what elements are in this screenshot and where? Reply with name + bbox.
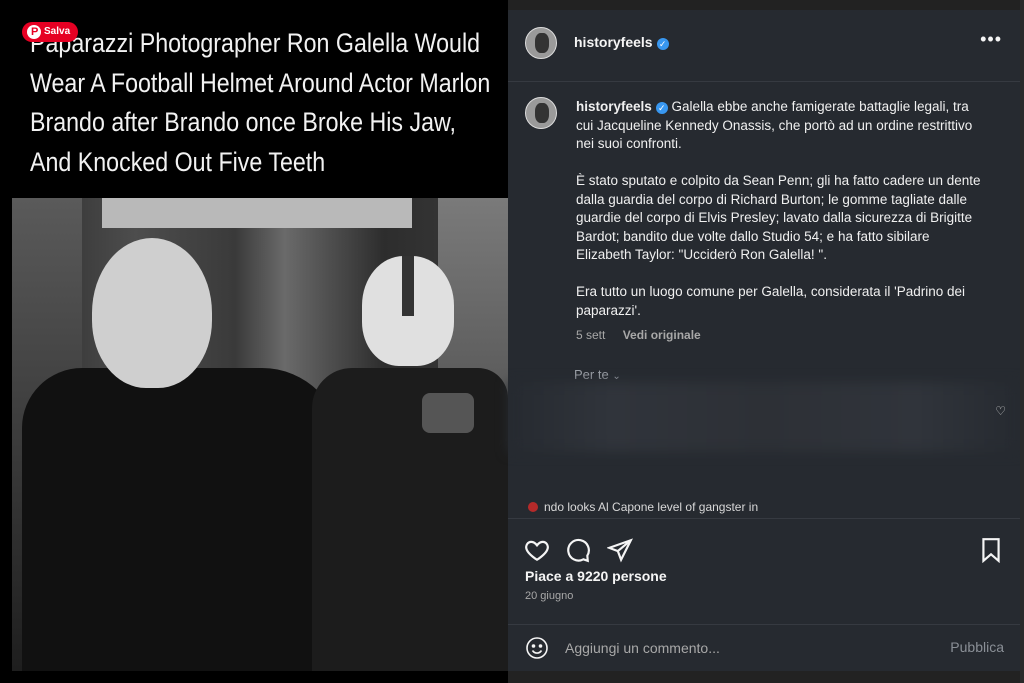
share-send-icon[interactable] [607,537,633,563]
comment-snippet-text: ndo looks Al Capone level of gangster in [544,500,759,514]
caption-verified-icon: ✓ [655,102,668,114]
caption-paragraph-1: historyfeels ✓ Galella ebbe anche famiger… [576,98,986,154]
photo [12,198,508,671]
post-actions [508,518,1020,568]
photo-helmet-stripe [402,256,414,316]
caption-username[interactable]: historyfeels [576,99,652,114]
caption-meta: 5 sett Vedi originale [576,328,715,342]
photo-man-body [22,368,342,671]
like-heart-icon[interactable] [524,537,550,563]
emoji-icon[interactable] [525,636,549,660]
pinterest-icon [27,25,41,39]
bookmark-icon[interactable] [978,537,1004,563]
photo-camera [422,393,474,433]
post-header: historyfeels ✓ ••• [508,10,1020,82]
caption-avatar[interactable] [525,97,557,129]
commenter-avatar-icon [528,502,538,512]
header-username[interactable]: historyfeels ✓ [574,34,669,50]
post-headline: Paparazzi Photographer Ron Galella Would… [30,24,490,182]
pinterest-save-label: Salva [44,26,71,37]
post-caption: historyfeels ✓ Galella ebbe anche famiger… [576,98,986,339]
more-options-icon[interactable]: ••• [980,30,1002,48]
caption-time: 5 sett [576,328,606,342]
avatar[interactable] [525,27,557,59]
background-strip-bottom [508,671,1024,683]
instagram-post-panel: historyfeels ✓ ••• historyfeels ✓ Galella … [508,10,1020,671]
see-original-link[interactable]: Vedi originale [623,328,701,342]
post-date: 20 giugno [525,590,574,602]
chevron-down-icon: ⌄ [612,371,621,382]
comment-snippet: ndo looks Al Capone level of gangster in [528,500,1008,518]
photo-doorframe [102,198,412,228]
post-image[interactable]: Paparazzi Photographer Ron Galella Would… [0,0,508,683]
likes-count[interactable]: Piace a 9220 persone [525,568,667,584]
blurred-comments [508,382,1020,452]
photo-photographer-body [312,368,508,671]
photo-man-head [92,238,212,388]
comment-like-heart-icon[interactable]: ♡ [995,404,1006,418]
background-strip-top [508,0,1024,10]
caption-paragraph-2: È stato sputato e colpito da Sean Penn; … [576,173,981,262]
right-edge-background [1020,0,1024,683]
header-username-text[interactable]: historyfeels [574,34,653,50]
comment-bubble-icon[interactable] [565,537,591,563]
comment-bar: Pubblica [508,624,1020,671]
pinterest-save-button[interactable]: Salva [22,22,79,42]
post-headline-text: Paparazzi Photographer Ron Galella Would… [30,28,491,177]
publish-button[interactable]: Pubblica [950,639,1004,655]
comment-input[interactable] [565,638,925,658]
translate-dropdown[interactable]: Per te ⌄ [574,367,621,382]
caption-paragraph-3: Era tutto un luogo comune per Galella, c… [576,284,966,318]
verified-badge-icon: ✓ [656,38,669,50]
translate-label: Per te [574,367,609,382]
